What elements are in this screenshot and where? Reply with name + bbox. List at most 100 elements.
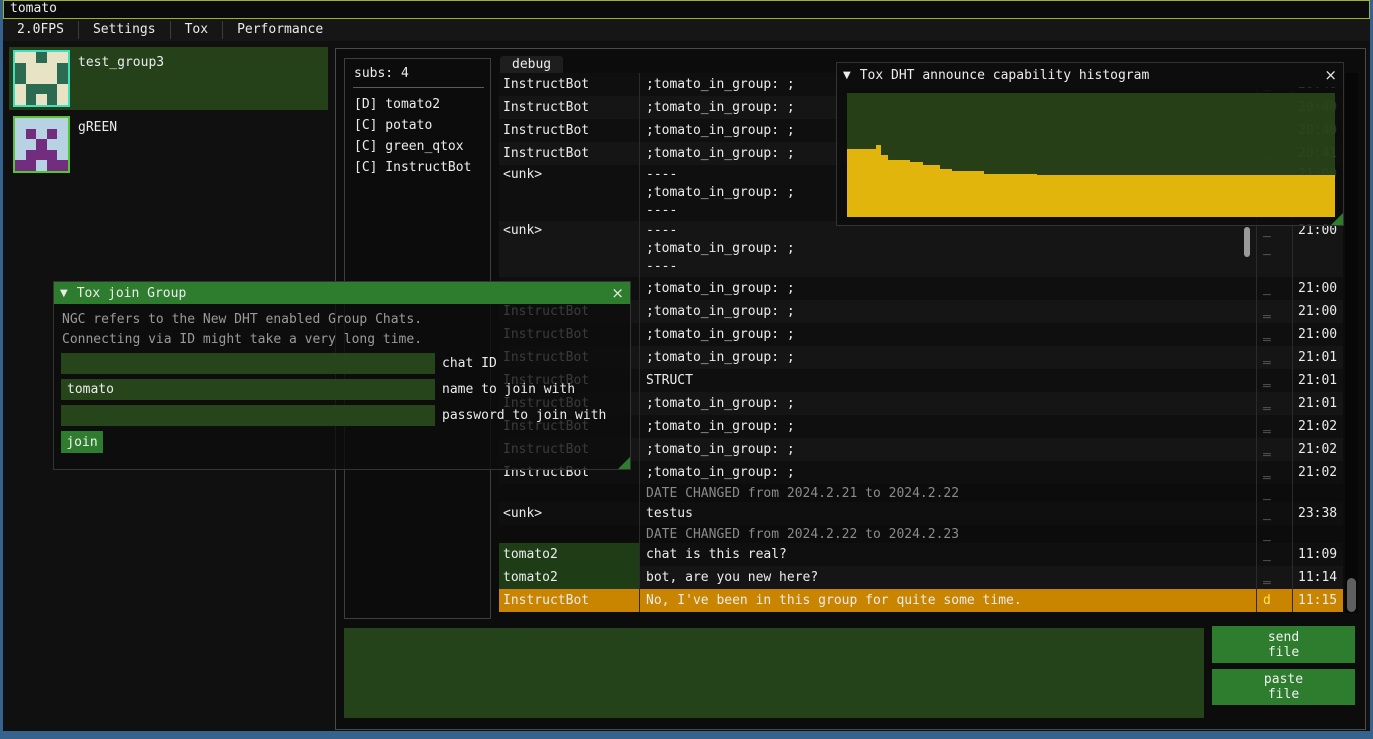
message-text: chat is this real? xyxy=(639,543,1256,566)
message-status: _ _ xyxy=(1256,543,1292,566)
member-item[interactable]: [C] InstructBot xyxy=(345,157,490,178)
message-time: 21:00 xyxy=(1292,221,1339,277)
sender-name: InstructBot xyxy=(499,119,639,142)
message-row[interactable]: InstructBotNo, I've been in this group f… xyxy=(499,589,1343,612)
message-time: 11:14 xyxy=(1292,566,1339,589)
avatar-cell xyxy=(57,52,68,63)
message-time: 21:01 xyxy=(1292,369,1339,392)
window-title: tomato xyxy=(10,1,57,16)
avatar-cell xyxy=(36,160,47,171)
avatar-cell xyxy=(57,94,68,105)
histogram-bar-segment xyxy=(847,149,876,217)
avatar-cell xyxy=(15,118,26,129)
avatar-cell xyxy=(57,118,68,129)
inner-scrollbar-thumb[interactable] xyxy=(1244,227,1250,257)
collapse-icon[interactable]: ▼ xyxy=(843,70,851,81)
paste-file-button[interactable]: paste file xyxy=(1212,669,1355,705)
sender-name: <unk> xyxy=(499,165,639,221)
message-row[interactable]: <unk>----;tomato_in_group: ;----_ _21:00 xyxy=(499,221,1343,277)
group-name: gREEN xyxy=(78,120,117,135)
message-time xyxy=(1292,484,1339,502)
avatar-cell xyxy=(26,94,37,105)
join-name-field[interactable] xyxy=(61,379,435,400)
message-time: 11:15 xyxy=(1292,589,1339,612)
avatar-cell xyxy=(15,84,26,95)
collapse-icon[interactable]: ▼ xyxy=(60,288,68,299)
join-group-titlebar[interactable]: ▼ Tox join Group × xyxy=(54,282,630,304)
avatar-cell xyxy=(47,94,58,105)
avatar-cell xyxy=(15,129,26,140)
message-status: _ _ xyxy=(1256,346,1292,369)
sidebar-item-test_group3[interactable]: test_group3 xyxy=(9,47,328,110)
avatar-cell xyxy=(57,150,68,161)
message-row[interactable]: <unk>testus_ _23:38 xyxy=(499,502,1343,525)
message-row[interactable]: tomato2chat is this real?_ _11:09 xyxy=(499,543,1343,566)
chat-scrollbar-thumb[interactable] xyxy=(1347,578,1356,612)
sender-name: <unk> xyxy=(499,502,639,525)
message-status: _ _ xyxy=(1256,461,1292,484)
avatar-cell xyxy=(26,63,37,74)
resize-grip[interactable] xyxy=(1331,213,1343,225)
resize-grip[interactable] xyxy=(618,457,630,469)
message-status: _ _ xyxy=(1256,415,1292,438)
join-button[interactable]: join xyxy=(61,431,103,453)
chat-id-field[interactable] xyxy=(61,353,435,374)
join-name-label: name to join with xyxy=(442,382,575,397)
avatar-cell xyxy=(36,94,47,105)
ngc-info-line1: NGC refers to the New DHT enabled Group … xyxy=(62,310,630,330)
fps-indicator: 2.0FPS xyxy=(3,19,78,41)
window-titlebar[interactable]: tomato xyxy=(3,0,1370,19)
message-text: ;tomato_in_group: ; xyxy=(639,300,1256,323)
avatar-cell xyxy=(15,160,26,171)
histogram-bar-segment xyxy=(923,165,940,217)
message-time: 21:02 xyxy=(1292,415,1339,438)
paste-file-label-line1: paste xyxy=(1264,672,1303,687)
histogram-bar-segment xyxy=(952,171,984,217)
avatar-cell xyxy=(47,118,58,129)
chat-scrollbar[interactable] xyxy=(1345,73,1358,613)
message-time: 21:02 xyxy=(1292,461,1339,484)
histogram-titlebar[interactable]: ▼ Tox DHT announce capability histogram … xyxy=(837,63,1343,87)
menu-item-settings[interactable]: Settings xyxy=(79,19,170,41)
message-status: _ _ xyxy=(1256,566,1292,589)
message-text: bot, are you new here? xyxy=(639,566,1256,589)
send-file-label-line2: file xyxy=(1268,645,1299,660)
date-separator-row: DATE CHANGED from 2024.2.22 to 2024.2.23 xyxy=(499,525,1343,543)
message-time: 21:00 xyxy=(1292,323,1339,346)
message-text: DATE CHANGED from 2024.2.22 to 2024.2.23 xyxy=(639,525,1256,543)
sidebar-item-green[interactable]: gREEN xyxy=(9,113,328,176)
message-input[interactable] xyxy=(344,628,1204,718)
menu-item-performance[interactable]: Performance xyxy=(223,19,337,41)
join-password-field[interactable] xyxy=(61,405,435,426)
member-item[interactable]: [D] tomato2 xyxy=(345,94,490,115)
message-time xyxy=(1292,525,1339,543)
message-status xyxy=(1256,525,1292,543)
sender-name: tomato2 xyxy=(499,566,639,589)
send-file-button[interactable]: send file xyxy=(1212,626,1355,663)
avatar-cell xyxy=(36,118,47,129)
histogram-bar-segment xyxy=(888,160,910,217)
avatar-cell xyxy=(47,63,58,74)
message-text: ;tomato_in_group: ; xyxy=(639,392,1256,415)
member-item[interactable]: [C] green_qtox xyxy=(345,136,490,157)
join-group-title: Tox join Group xyxy=(77,286,187,301)
message-row[interactable]: tomato2bot, are you new here?_ _11:14 xyxy=(499,566,1343,589)
close-icon[interactable]: × xyxy=(611,286,624,300)
message-time: 21:00 xyxy=(1292,277,1339,300)
join-password-label: password to join with xyxy=(442,408,606,423)
avatar-cell xyxy=(26,150,37,161)
message-status xyxy=(1256,484,1292,502)
sender-name xyxy=(499,525,639,543)
avatar-cell xyxy=(57,139,68,150)
avatar-cell xyxy=(26,73,37,84)
close-icon[interactable]: × xyxy=(1324,68,1337,82)
avatar-cell xyxy=(57,129,68,140)
avatar-cell xyxy=(15,150,26,161)
menu-item-tox[interactable]: Tox xyxy=(171,19,222,41)
member-item[interactable]: [C] potato xyxy=(345,115,490,136)
member-list: [D] tomato2[C] potato[C] green_qtox[C] I… xyxy=(345,94,490,178)
avatar-cell xyxy=(47,150,58,161)
avatar-cell xyxy=(47,52,58,63)
avatar-cell xyxy=(36,84,47,95)
sender-name: tomato2 xyxy=(499,543,639,566)
